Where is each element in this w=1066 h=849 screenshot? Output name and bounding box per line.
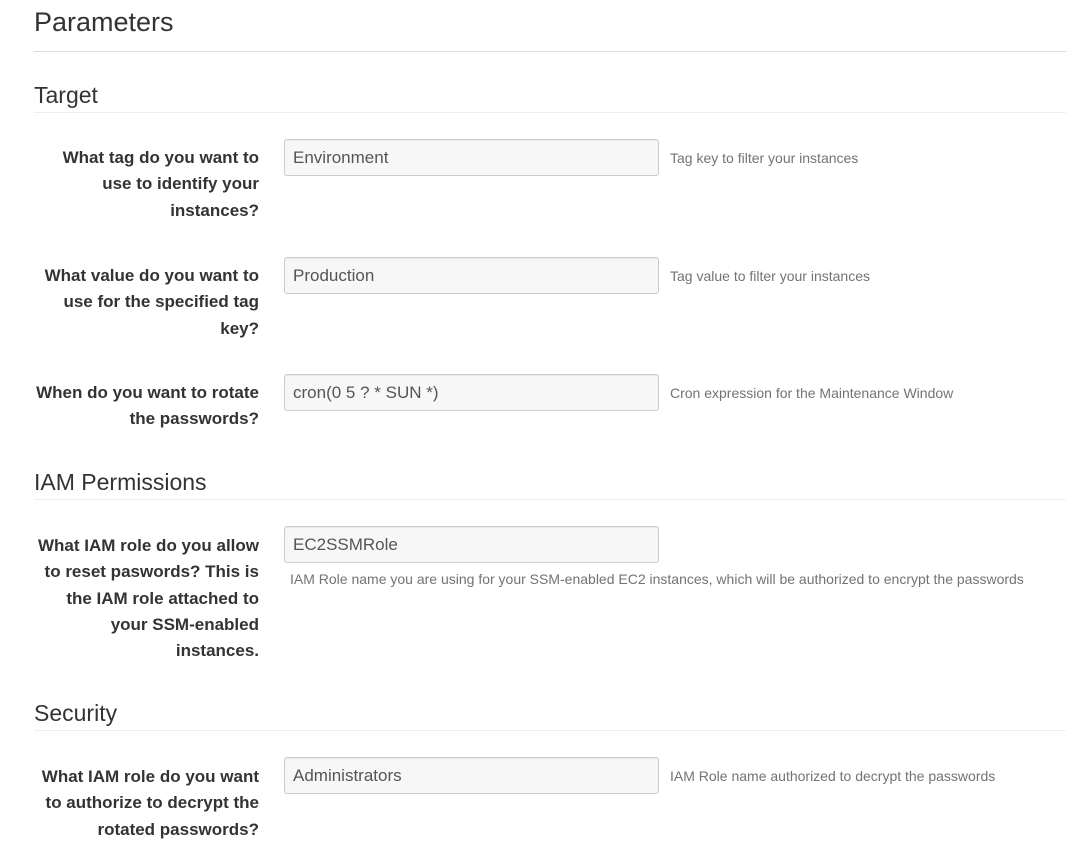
schedule-help: Cron expression for the Maintenance Wind… [670, 385, 954, 401]
instance-role-input[interactable] [284, 526, 659, 563]
page-title: Parameters [34, 7, 174, 37]
tag-key-help: Tag key to filter your instances [670, 150, 859, 166]
tag-value-input[interactable] [284, 257, 659, 294]
section-title-security: Security [34, 700, 118, 726]
field-label-tag-value: What value do you want to use for the sp… [44, 266, 259, 338]
section-title-iam-permissions: IAM Permissions [34, 469, 207, 495]
field-label-instance-role: What IAM role do you allow to reset pasw… [38, 536, 259, 661]
tag-key-input[interactable] [284, 139, 659, 176]
tag-value-help: Tag value to filter your instances [670, 268, 870, 284]
title-divider [34, 51, 1066, 52]
admin-role-input[interactable] [284, 757, 659, 794]
field-label-admin-role: What IAM role do you want to authorize t… [41, 767, 259, 839]
admin-role-help: IAM Role name authorized to decrypt the … [670, 768, 996, 784]
instance-role-help: IAM Role name you are using for your SSM… [290, 571, 1024, 587]
section-divider-iam-permissions [34, 499, 1066, 500]
parameters-page: Parameters Target What tag do you want t… [0, 0, 1066, 849]
field-label-tag-key: What tag do you want to use to identify … [62, 148, 259, 220]
section-divider-target [34, 112, 1066, 113]
field-label-schedule: When do you want to rotate the passwords… [36, 383, 259, 429]
section-divider-security [34, 730, 1066, 731]
schedule-input[interactable] [284, 374, 659, 411]
section-title-target: Target [34, 82, 98, 108]
